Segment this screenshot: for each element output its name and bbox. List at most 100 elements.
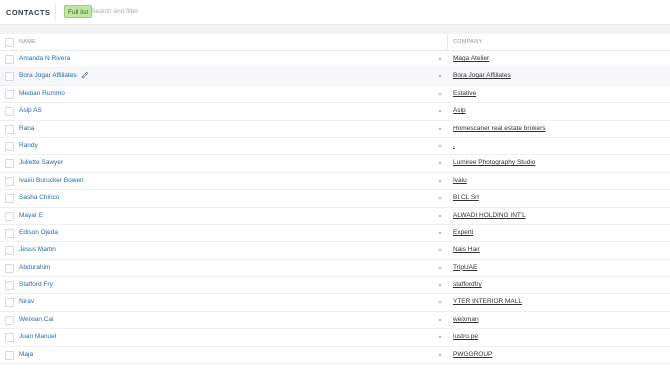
row-checkbox[interactable] (5, 141, 14, 151)
table-row[interactable]: Maja PWGGROUP (0, 347, 670, 365)
table-header: NAME COMPANY (0, 34, 670, 51)
contact-name-link[interactable]: Randy (19, 142, 38, 149)
contact-name-link[interactable]: Rana (19, 125, 35, 132)
contact-name-link[interactable]: Mayar E (19, 212, 43, 219)
table-row[interactable]: Median Rummo Estative (0, 86, 670, 104)
company-link[interactable]: Lumiree Photography Studio (453, 159, 535, 166)
row-separator-dot-icon (439, 353, 441, 356)
company-link[interactable]: staffordfry (453, 281, 482, 288)
table-body: Amanda N Rivera Maga Atelier Bora Jogar Af… (0, 51, 670, 365)
company-link[interactable]: lustro.pe (453, 333, 478, 340)
row-separator-dot-icon (439, 284, 441, 287)
edit-pencil-icon[interactable] (81, 71, 89, 79)
table-row[interactable]: Jesus Martin Nais Hair (0, 242, 670, 260)
row-checkbox[interactable] (5, 333, 14, 343)
row-separator-dot-icon (439, 179, 441, 182)
contact-name-link[interactable]: Edison Ojeda (19, 229, 58, 236)
table-row[interactable]: Rana Homescaner real estate brokers (0, 121, 670, 138)
contact-name-link[interactable]: Juan Manuel (19, 333, 56, 340)
row-checkbox[interactable] (5, 107, 14, 117)
row-checkbox[interactable] (5, 194, 14, 204)
contact-name-link[interactable]: Abdurahim (19, 264, 50, 271)
row-separator-dot-icon (439, 75, 441, 78)
contact-name-link[interactable]: Bora Jogar Affiliates (19, 72, 77, 79)
contact-name-link[interactable]: Stafford Fry (19, 281, 53, 288)
table-row[interactable]: Juan Manuel lustro.pe (0, 329, 670, 347)
column-header-name[interactable]: NAME (19, 39, 36, 45)
company-link[interactable]: Homescaner real estate brokers (453, 125, 546, 132)
contact-name-link[interactable]: Amanda N Rivera (19, 55, 70, 62)
select-all-checkbox[interactable] (5, 38, 14, 47)
row-separator-dot-icon (439, 301, 441, 304)
table-row[interactable]: Weixian Cai weixman (0, 312, 670, 330)
row-checkbox[interactable] (5, 246, 14, 256)
contact-name-link[interactable]: Ivaiiü Burucker Bowen (19, 177, 84, 184)
company-link[interactable]: Bora Jogar Affiliates (453, 72, 511, 79)
table-row[interactable]: Bora Jogar Affiliates Bora Jogar Affiliat… (0, 68, 670, 86)
row-checkbox[interactable] (5, 89, 14, 99)
page-title: CONTACTS (6, 8, 51, 17)
search-input[interactable] (91, 5, 291, 18)
table-row[interactable]: Aslp AS Aslp (0, 103, 670, 121)
company-link[interactable]: ALWADI HOLDING INT'L (453, 212, 526, 219)
row-separator-dot-icon (439, 197, 441, 200)
row-separator-dot-icon (439, 336, 441, 339)
company-link[interactable]: TripUAE (453, 264, 477, 271)
column-header-company[interactable]: COMPANY (453, 39, 483, 45)
company-link[interactable]: BI.CL Srl (453, 194, 479, 201)
row-checkbox[interactable] (5, 72, 14, 82)
contact-name-link[interactable]: Sasha Chirico (19, 194, 59, 201)
row-checkbox[interactable] (5, 315, 14, 325)
company-link[interactable]: YTER INTERIOR MALL (453, 298, 522, 305)
row-separator-dot-icon (439, 144, 441, 147)
toolbar-spacer (0, 25, 670, 34)
company-link[interactable]: Aslp (453, 107, 466, 114)
contact-name-link[interactable]: Nirav (19, 298, 34, 305)
contact-name-link[interactable]: Aslp AS (19, 107, 42, 114)
row-separator-dot-icon (439, 318, 441, 321)
table-row[interactable]: Stafford Fry staffordfry (0, 277, 670, 295)
contact-name-link[interactable]: Weixian Cai (19, 316, 54, 323)
row-separator-dot-icon (439, 162, 441, 165)
table-row[interactable]: Nirav YTER INTERIOR MALL (0, 294, 670, 312)
row-checkbox[interactable] (5, 281, 14, 291)
row-checkbox[interactable] (5, 55, 14, 64)
top-bar: CONTACTS Full list (0, 0, 670, 25)
row-checkbox[interactable] (5, 159, 14, 169)
header-divider (55, 4, 56, 21)
table-row[interactable]: Edison Ojeda Expertl (0, 225, 670, 243)
row-separator-dot-icon (439, 58, 441, 60)
contact-name-link[interactable]: Maja (19, 351, 33, 358)
company-link[interactable]: Maga Atelier (453, 55, 489, 62)
company-link[interactable]: , (453, 142, 455, 149)
row-checkbox[interactable] (5, 350, 14, 360)
company-link[interactable]: PWGGROUP (453, 351, 492, 358)
row-checkbox[interactable] (5, 176, 14, 186)
contact-name-link[interactable]: Juliette Sawyer (19, 159, 63, 166)
row-checkbox[interactable] (5, 228, 14, 238)
row-checkbox[interactable] (5, 124, 14, 134)
company-link[interactable]: weixman (453, 316, 479, 323)
company-link[interactable]: Expertl (453, 229, 473, 236)
table-row[interactable]: Sasha Chirico BI.CL Srl (0, 190, 670, 208)
column-divider[interactable] (447, 34, 448, 51)
row-checkbox[interactable] (5, 211, 14, 221)
row-separator-dot-icon (439, 231, 441, 234)
row-separator-dot-icon (439, 214, 441, 217)
table-row[interactable]: Ivaiiü Burucker Bowen Ivaiu (0, 173, 670, 191)
table-row[interactable]: Amanda N Rivera Maga Atelier (0, 51, 670, 69)
table-row[interactable]: Randy, (0, 138, 670, 156)
contact-name-link[interactable]: Median Rummo (19, 90, 65, 97)
row-separator-dot-icon (439, 92, 441, 95)
filter-chip-full-list[interactable]: Full list (64, 5, 93, 18)
row-checkbox[interactable] (5, 263, 14, 273)
company-link[interactable]: Ivaiu (453, 177, 467, 184)
row-separator-dot-icon (439, 249, 441, 252)
company-link[interactable]: Estative (453, 90, 476, 97)
company-link[interactable]: Nais Hair (453, 246, 480, 253)
table-row[interactable]: Mayar E ALWADI HOLDING INT'L (0, 208, 670, 225)
row-checkbox[interactable] (5, 298, 14, 308)
table-row[interactable]: Abdurahim TripUAE (0, 260, 670, 278)
contact-name-link[interactable]: Jesus Martin (19, 246, 56, 253)
table-row[interactable]: Juliette Sawyer Lumiree Photography Studi… (0, 155, 670, 173)
